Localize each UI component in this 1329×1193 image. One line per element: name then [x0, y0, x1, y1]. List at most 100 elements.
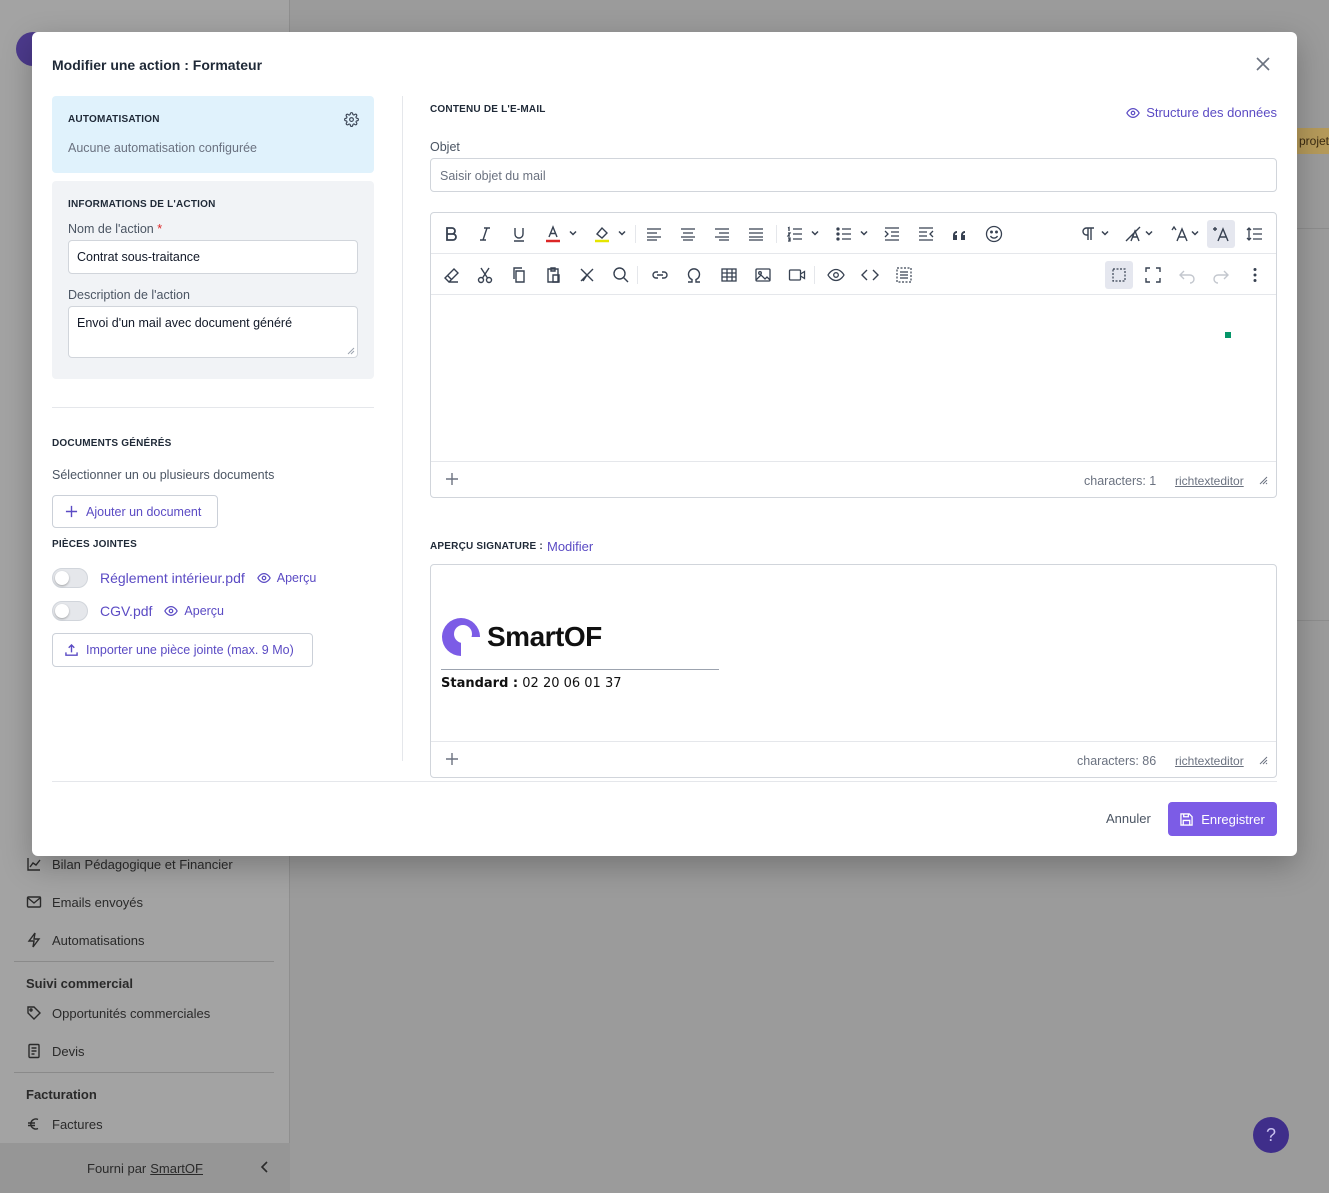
blockquote-icon[interactable]: [949, 223, 971, 245]
preview-icon[interactable]: [825, 264, 847, 286]
outdent-icon[interactable]: [915, 223, 937, 245]
delete-icon[interactable]: [576, 264, 598, 286]
align-justify-icon[interactable]: [745, 223, 767, 245]
bold-icon[interactable]: [440, 223, 462, 245]
font-style-icon[interactable]: [1122, 223, 1144, 245]
automation-card: AUTOMATISATION Aucune automatisation con…: [52, 96, 374, 173]
paragraph-icon[interactable]: [1077, 223, 1099, 245]
attachment-preview-link[interactable]: Aperçu: [256, 571, 316, 585]
eye-icon: [164, 606, 179, 616]
mail-content-title: CONTENU DE L'E-MAIL: [430, 104, 546, 115]
cut-icon[interactable]: [474, 264, 496, 286]
save-button[interactable]: Enregistrer: [1168, 802, 1277, 836]
project-tag: projet: [1295, 128, 1329, 154]
search-icon[interactable]: [610, 264, 632, 286]
italic-icon[interactable]: [474, 223, 496, 245]
action-info-card: INFORMATIONS DE L'ACTION Nom de l'action…: [52, 181, 374, 379]
attachment-preview-link[interactable]: Aperçu: [164, 604, 224, 618]
font-size-icon[interactable]: [1169, 223, 1191, 245]
chevron-down-icon[interactable]: [1191, 229, 1199, 237]
smartof-logo-mark: [442, 618, 481, 657]
attachment-toggle[interactable]: [52, 601, 88, 621]
more-options-icon[interactable]: [1244, 264, 1266, 286]
signature-rule: [441, 669, 719, 670]
undo-icon[interactable]: [1176, 264, 1198, 286]
gear-icon[interactable]: [344, 112, 359, 127]
attachment-toggle[interactable]: [52, 568, 88, 588]
signature-editor: SmartOF Standard : 02 20 06 01 37 charac…: [430, 564, 1277, 778]
plus-icon[interactable]: [445, 472, 459, 486]
cancel-button[interactable]: Annuler: [1094, 803, 1163, 834]
smartof-link[interactable]: SmartOF: [150, 1161, 203, 1176]
code-icon[interactable]: [859, 264, 881, 286]
sidebar-item-emails[interactable]: Emails envoyés: [26, 894, 143, 910]
select-all-icon[interactable]: [893, 264, 915, 286]
eye-icon: [256, 573, 271, 583]
sidebar-item-factures[interactable]: Factures: [26, 1116, 103, 1132]
show-blocks-icon[interactable]: [1105, 261, 1133, 289]
subject-input[interactable]: Saisir objet du mail: [430, 158, 1277, 192]
redo-icon[interactable]: [1210, 264, 1232, 286]
euro-icon: [28, 1118, 39, 1130]
plus-icon[interactable]: [445, 752, 459, 766]
emoji-icon[interactable]: [983, 223, 1005, 245]
align-left-icon[interactable]: [643, 223, 665, 245]
mail-body-content[interactable]: [431, 296, 1276, 462]
resize-grip-icon[interactable]: [1259, 756, 1268, 765]
table-icon[interactable]: [718, 264, 740, 286]
paste-icon[interactable]: [542, 264, 564, 286]
attachment-name[interactable]: Réglement intérieur.pdf: [100, 570, 245, 586]
bullet-list-icon[interactable]: [833, 223, 855, 245]
help-button[interactable]: ?: [1253, 1117, 1289, 1153]
chevron-down-icon[interactable]: [569, 229, 577, 237]
import-attachment-button[interactable]: Importer une pièce jointe (max. 9 Mo): [52, 633, 313, 667]
align-right-icon[interactable]: [711, 223, 733, 245]
chevron-left-icon[interactable]: [258, 1160, 272, 1174]
resize-grip-icon[interactable]: [347, 347, 355, 355]
close-icon[interactable]: [1253, 54, 1273, 74]
underline-icon[interactable]: [508, 223, 530, 245]
sidebar-divider: [14, 961, 274, 962]
chevron-down-icon[interactable]: [860, 229, 868, 237]
ordered-list-icon[interactable]: [784, 223, 806, 245]
signature-phone: Standard : 02 20 06 01 37: [441, 676, 622, 691]
sidebar-item-automations[interactable]: Automatisations: [26, 932, 145, 948]
action-name-input[interactable]: Contrat sous-traitance: [68, 240, 358, 274]
fullscreen-icon[interactable]: [1142, 264, 1164, 286]
line-height-icon[interactable]: [1243, 223, 1265, 245]
mail-icon: [26, 896, 42, 908]
signature-content[interactable]: SmartOF Standard : 02 20 06 01 37: [431, 565, 1276, 741]
toolbar-separator: [814, 266, 815, 284]
highlight-color-icon[interactable]: [591, 223, 613, 245]
richtexteditor-link[interactable]: richtexteditor: [1175, 474, 1244, 488]
text-color-icon[interactable]: [542, 223, 564, 245]
sidebar-item-opportunities[interactable]: Opportunités commerciales: [26, 1005, 210, 1021]
special-char-icon[interactable]: [683, 264, 705, 286]
resize-grip-icon[interactable]: [1259, 476, 1268, 485]
edit-signature-link[interactable]: Modifier: [547, 539, 593, 554]
data-structure-link[interactable]: Structure des données: [1126, 105, 1277, 120]
sidebar-item-devis[interactable]: Devis: [26, 1043, 85, 1059]
document-icon: [28, 1043, 40, 1059]
chevron-down-icon[interactable]: [1145, 229, 1153, 237]
chevron-down-icon[interactable]: [811, 229, 819, 237]
chevron-down-icon[interactable]: [1101, 229, 1109, 237]
copy-icon[interactable]: [508, 264, 530, 286]
attachment-name[interactable]: CGV.pdf: [100, 603, 152, 619]
link-icon[interactable]: [649, 264, 671, 286]
chevron-down-icon[interactable]: [618, 229, 626, 237]
video-icon[interactable]: [786, 264, 808, 286]
indent-icon[interactable]: [881, 223, 903, 245]
sidebar-item-bpf[interactable]: Bilan Pédagogique et Financier: [26, 856, 233, 872]
clear-format-toggle-icon[interactable]: [1207, 220, 1235, 248]
eraser-icon[interactable]: [440, 264, 462, 286]
eye-icon: [1126, 107, 1140, 118]
align-center-icon[interactable]: [677, 223, 699, 245]
richtexteditor-link[interactable]: richtexteditor: [1175, 754, 1244, 768]
image-icon[interactable]: [752, 264, 774, 286]
sidebar-divider: [14, 1072, 274, 1073]
character-count: characters: 86: [1077, 754, 1157, 768]
add-document-button[interactable]: Ajouter un document: [52, 495, 218, 528]
action-description-textarea[interactable]: Envoi d'un mail avec document généré: [68, 306, 358, 358]
toolbar-separator: [635, 225, 636, 243]
